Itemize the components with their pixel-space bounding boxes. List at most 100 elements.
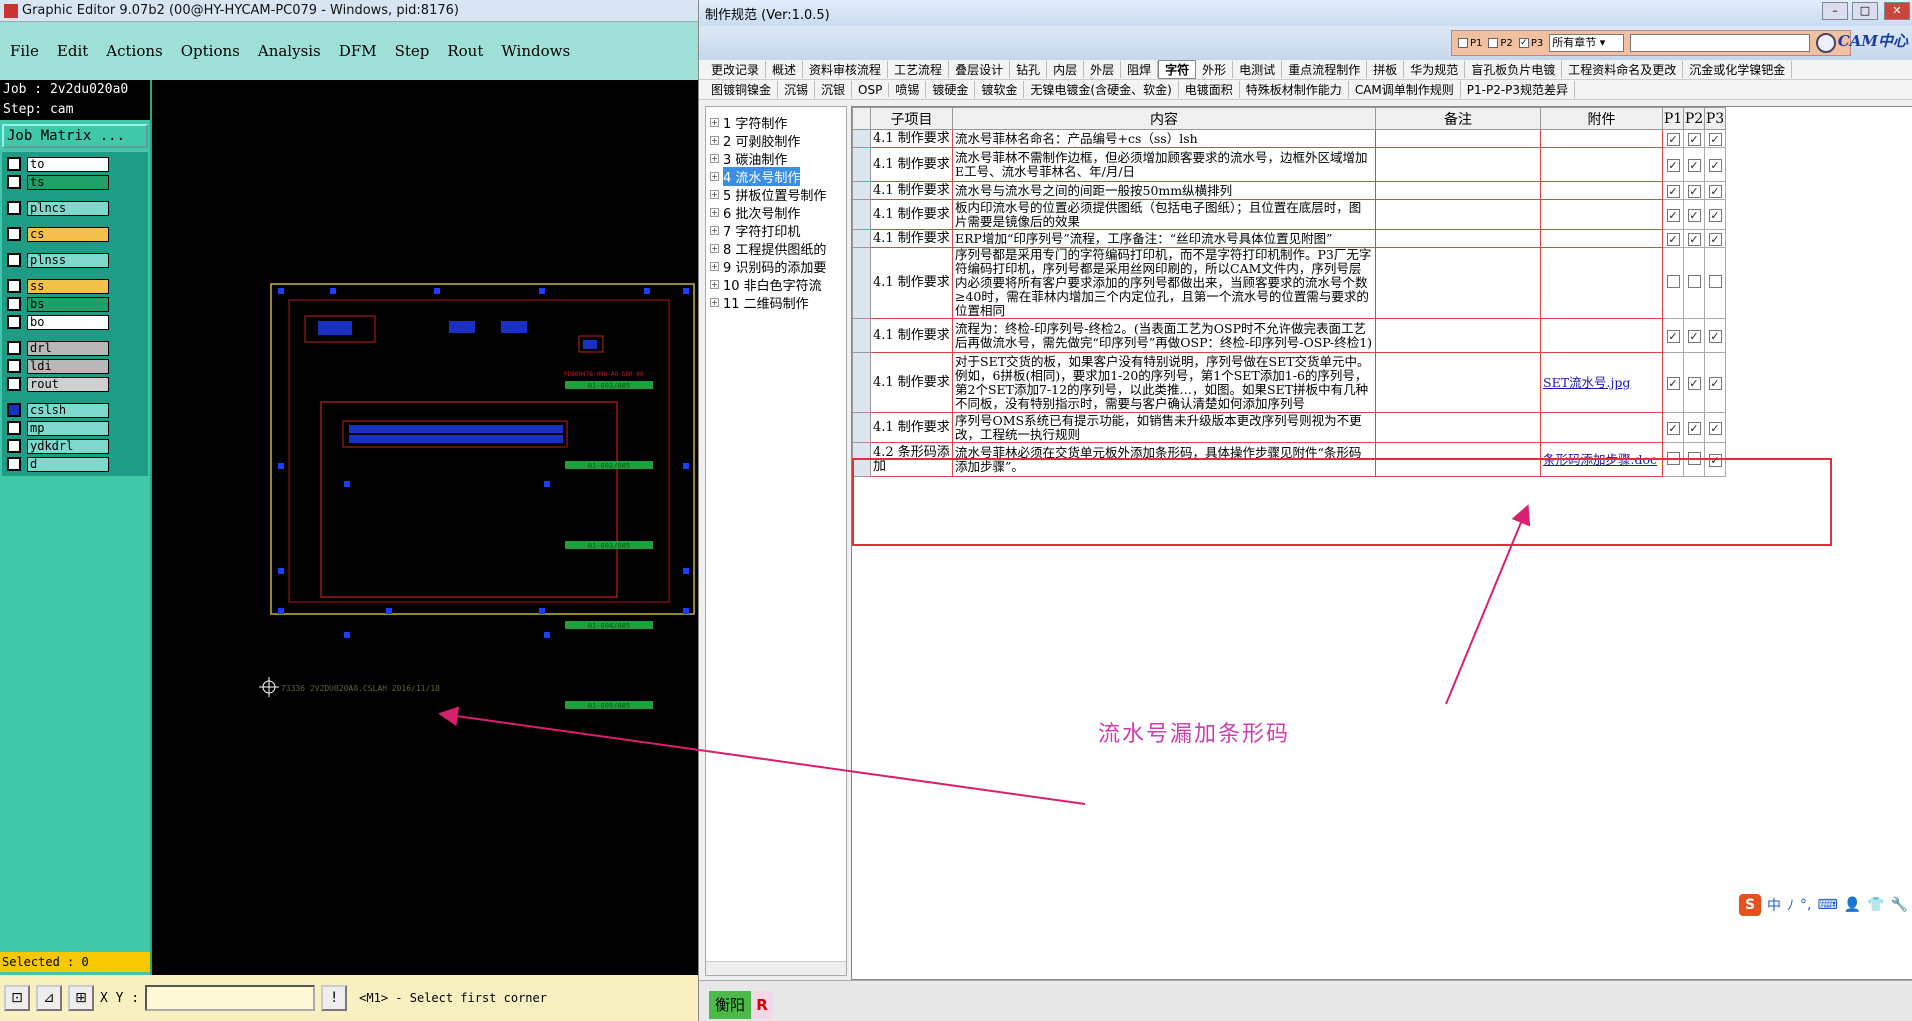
row-header-cell[interactable] [852, 129, 871, 148]
layer-name[interactable]: rout [27, 376, 109, 392]
expand-icon[interactable]: + [710, 297, 719, 307]
table-row[interactable]: 4.1 制作要求 序列号OMS系统已有提示功能，如销售未升级版本更改序列号则视为不… [852, 412, 1726, 443]
layer-row-cs[interactable]: cs [2, 226, 148, 242]
layer-name[interactable]: plnss [27, 252, 109, 268]
menu-step[interactable]: Step [395, 42, 430, 60]
p1-checkbox[interactable]: ✓ [1666, 132, 1680, 146]
layer-row-plncs[interactable]: plncs [2, 200, 148, 216]
tab-tabs_row1-1[interactable]: 概述 [766, 61, 804, 78]
column-header[interactable]: P2 [1683, 107, 1705, 130]
ime-button[interactable]: 中 [1767, 895, 1781, 915]
layer-checkbox[interactable] [7, 253, 21, 267]
p3-checkbox-cell[interactable]: ✓ [1704, 229, 1726, 248]
tab-tabs_row2-4[interactable]: 喷锡 [889, 81, 927, 98]
p2-checkbox[interactable]: ✓ [1687, 376, 1701, 390]
p1-checkbox-cell[interactable] [1662, 247, 1684, 319]
ime-button[interactable]: ﾉ [1787, 895, 1794, 915]
p3-checkbox[interactable]: ✓ [1708, 232, 1722, 246]
tree-item[interactable]: +1 字符制作 [706, 113, 846, 132]
p2-checkbox-cell[interactable]: ✓ [1683, 352, 1705, 413]
p1-checkbox-cell[interactable]: ✓ [1662, 352, 1684, 413]
p1-checkbox[interactable]: ✓ [1666, 208, 1680, 222]
ime-button[interactable]: °, [1800, 897, 1811, 913]
p3-checkbox[interactable]: ✓ [1708, 421, 1722, 435]
p1-checkbox-cell[interactable]: ✓ [1662, 129, 1684, 148]
p2-checkbox[interactable]: ✓ [1687, 208, 1701, 222]
p3-checkbox[interactable] [1708, 275, 1722, 288]
column-header[interactable]: 附件 [1540, 107, 1663, 130]
row-header-cell[interactable] [852, 181, 871, 200]
attachment-link[interactable] [1540, 247, 1663, 319]
tree-item[interactable]: +4 流水号制作 [706, 166, 846, 186]
expand-icon[interactable]: + [710, 189, 719, 199]
table-row[interactable]: 4.1 制作要求 流水号菲林不需制作边框，但必须增加顾客要求的流水号，边框外区域增… [852, 147, 1726, 182]
chapter-select[interactable]: 所有章节 ▾ [1549, 34, 1625, 52]
layer-name[interactable]: d [27, 456, 109, 472]
p2-checkbox[interactable]: ✓ [1687, 132, 1701, 146]
search-icon[interactable] [1816, 33, 1837, 53]
layer-checkbox[interactable] [7, 175, 21, 189]
p1-checkbox-cell[interactable]: ✓ [1662, 147, 1684, 182]
p2-checkbox-cell[interactable]: ✓ [1683, 229, 1705, 248]
tab-tabs_row1-14[interactable]: 华为规范 [1404, 61, 1466, 78]
p3-checkbox-cell[interactable]: ✓ [1704, 442, 1726, 477]
expand-icon[interactable]: + [710, 135, 719, 145]
attachment-link[interactable] [1540, 229, 1663, 248]
p2-checkbox[interactable]: ✓ [1687, 158, 1701, 172]
corner-cell[interactable] [852, 107, 871, 130]
tree-item[interactable]: +2 可剥胶制作 [706, 131, 846, 150]
p3-checkbox-cell[interactable]: ✓ [1704, 412, 1726, 443]
close-button[interactable]: ✕ [1884, 2, 1910, 20]
row-header-cell[interactable] [852, 199, 871, 230]
tree-item[interactable]: +11 二维码制作 [706, 293, 846, 312]
layer-checkbox[interactable] [7, 279, 21, 293]
attachment-link[interactable] [1540, 129, 1663, 148]
menu-analysis[interactable]: Analysis [258, 42, 321, 60]
tab-tabs_row1-6[interactable]: 内层 [1047, 61, 1085, 78]
layer-name[interactable]: bo [27, 314, 109, 330]
menu-windows[interactable]: Windows [501, 42, 570, 60]
p2-checkbox[interactable]: ✓ [1687, 232, 1701, 246]
p1-checkbox[interactable]: ✓ [1666, 329, 1680, 343]
row-header-cell[interactable] [852, 352, 871, 413]
p2-checkbox-cell[interactable]: ✓ [1683, 199, 1705, 230]
layer-row-d[interactable]: d [2, 456, 148, 472]
tab-tabs_row2-6[interactable]: 镀软金 [975, 81, 1025, 98]
row-header-cell[interactable] [852, 147, 871, 182]
ime-button[interactable]: 👕 [1867, 897, 1884, 913]
ime-button[interactable]: 🔧 [1891, 897, 1908, 913]
layer-checkbox[interactable] [7, 457, 21, 471]
tab-tabs_row1-16[interactable]: 工程资料命名及更改 [1562, 61, 1684, 78]
tab-tabs_row1-9[interactable]: 字符 [1158, 60, 1197, 79]
p1-checkbox[interactable]: ✓ [1666, 376, 1680, 390]
tree-item[interactable]: +7 字符打印机 [706, 221, 846, 240]
layer-row-cslsh[interactable]: cslsh [2, 402, 148, 418]
layer-name[interactable]: drl [27, 340, 109, 356]
menu-edit[interactable]: Edit [57, 42, 88, 60]
p1-checkbox-cell[interactable]: ✓ [1662, 318, 1684, 353]
table-row[interactable]: 4.2 条形码添加 流水号菲林必须在交货单元板外添加条形码，具体操作步骤见附件“条… [852, 442, 1726, 477]
p3-checkbox-cell[interactable]: ✓ [1704, 199, 1726, 230]
tab-tabs_row2-8[interactable]: 电镀面积 [1179, 81, 1240, 98]
tree-scrollbar[interactable] [706, 961, 846, 975]
expand-icon[interactable]: + [710, 207, 719, 217]
footer-tab-r[interactable]: R [751, 991, 773, 1019]
attachment-link[interactable] [1540, 181, 1663, 200]
tab-tabs_row2-0[interactable]: 图镀铜镍金 [705, 81, 779, 98]
tab-tabs_row2-2[interactable]: 沉银 [815, 81, 853, 98]
p2-checkbox[interactable] [1687, 451, 1701, 465]
p1-checkbox-cell[interactable]: ✓ [1662, 181, 1684, 200]
snap-icon[interactable]: ⊡ [4, 985, 30, 1011]
p3-checkbox[interactable]: ✓ [1708, 184, 1722, 198]
filter-p3[interactable]: ✓ P3 [1518, 38, 1543, 49]
p2-checkbox[interactable]: ✓ [1687, 184, 1701, 198]
p1-checkbox[interactable] [1666, 451, 1680, 465]
column-header[interactable]: P3 [1704, 107, 1726, 130]
layer-row-ydkdrl[interactable]: ydkdrl [2, 438, 148, 454]
menu-rout[interactable]: Rout [447, 42, 483, 60]
expand-icon[interactable]: + [710, 261, 719, 271]
p3-checkbox[interactable]: ✓ [1708, 208, 1722, 222]
tab-tabs_row2-7[interactable]: 无镍电镀金(含硬金、软金) [1024, 81, 1179, 98]
tab-tabs_row1-12[interactable]: 重点流程制作 [1282, 61, 1368, 78]
p1-checkbox[interactable] [1666, 275, 1680, 288]
